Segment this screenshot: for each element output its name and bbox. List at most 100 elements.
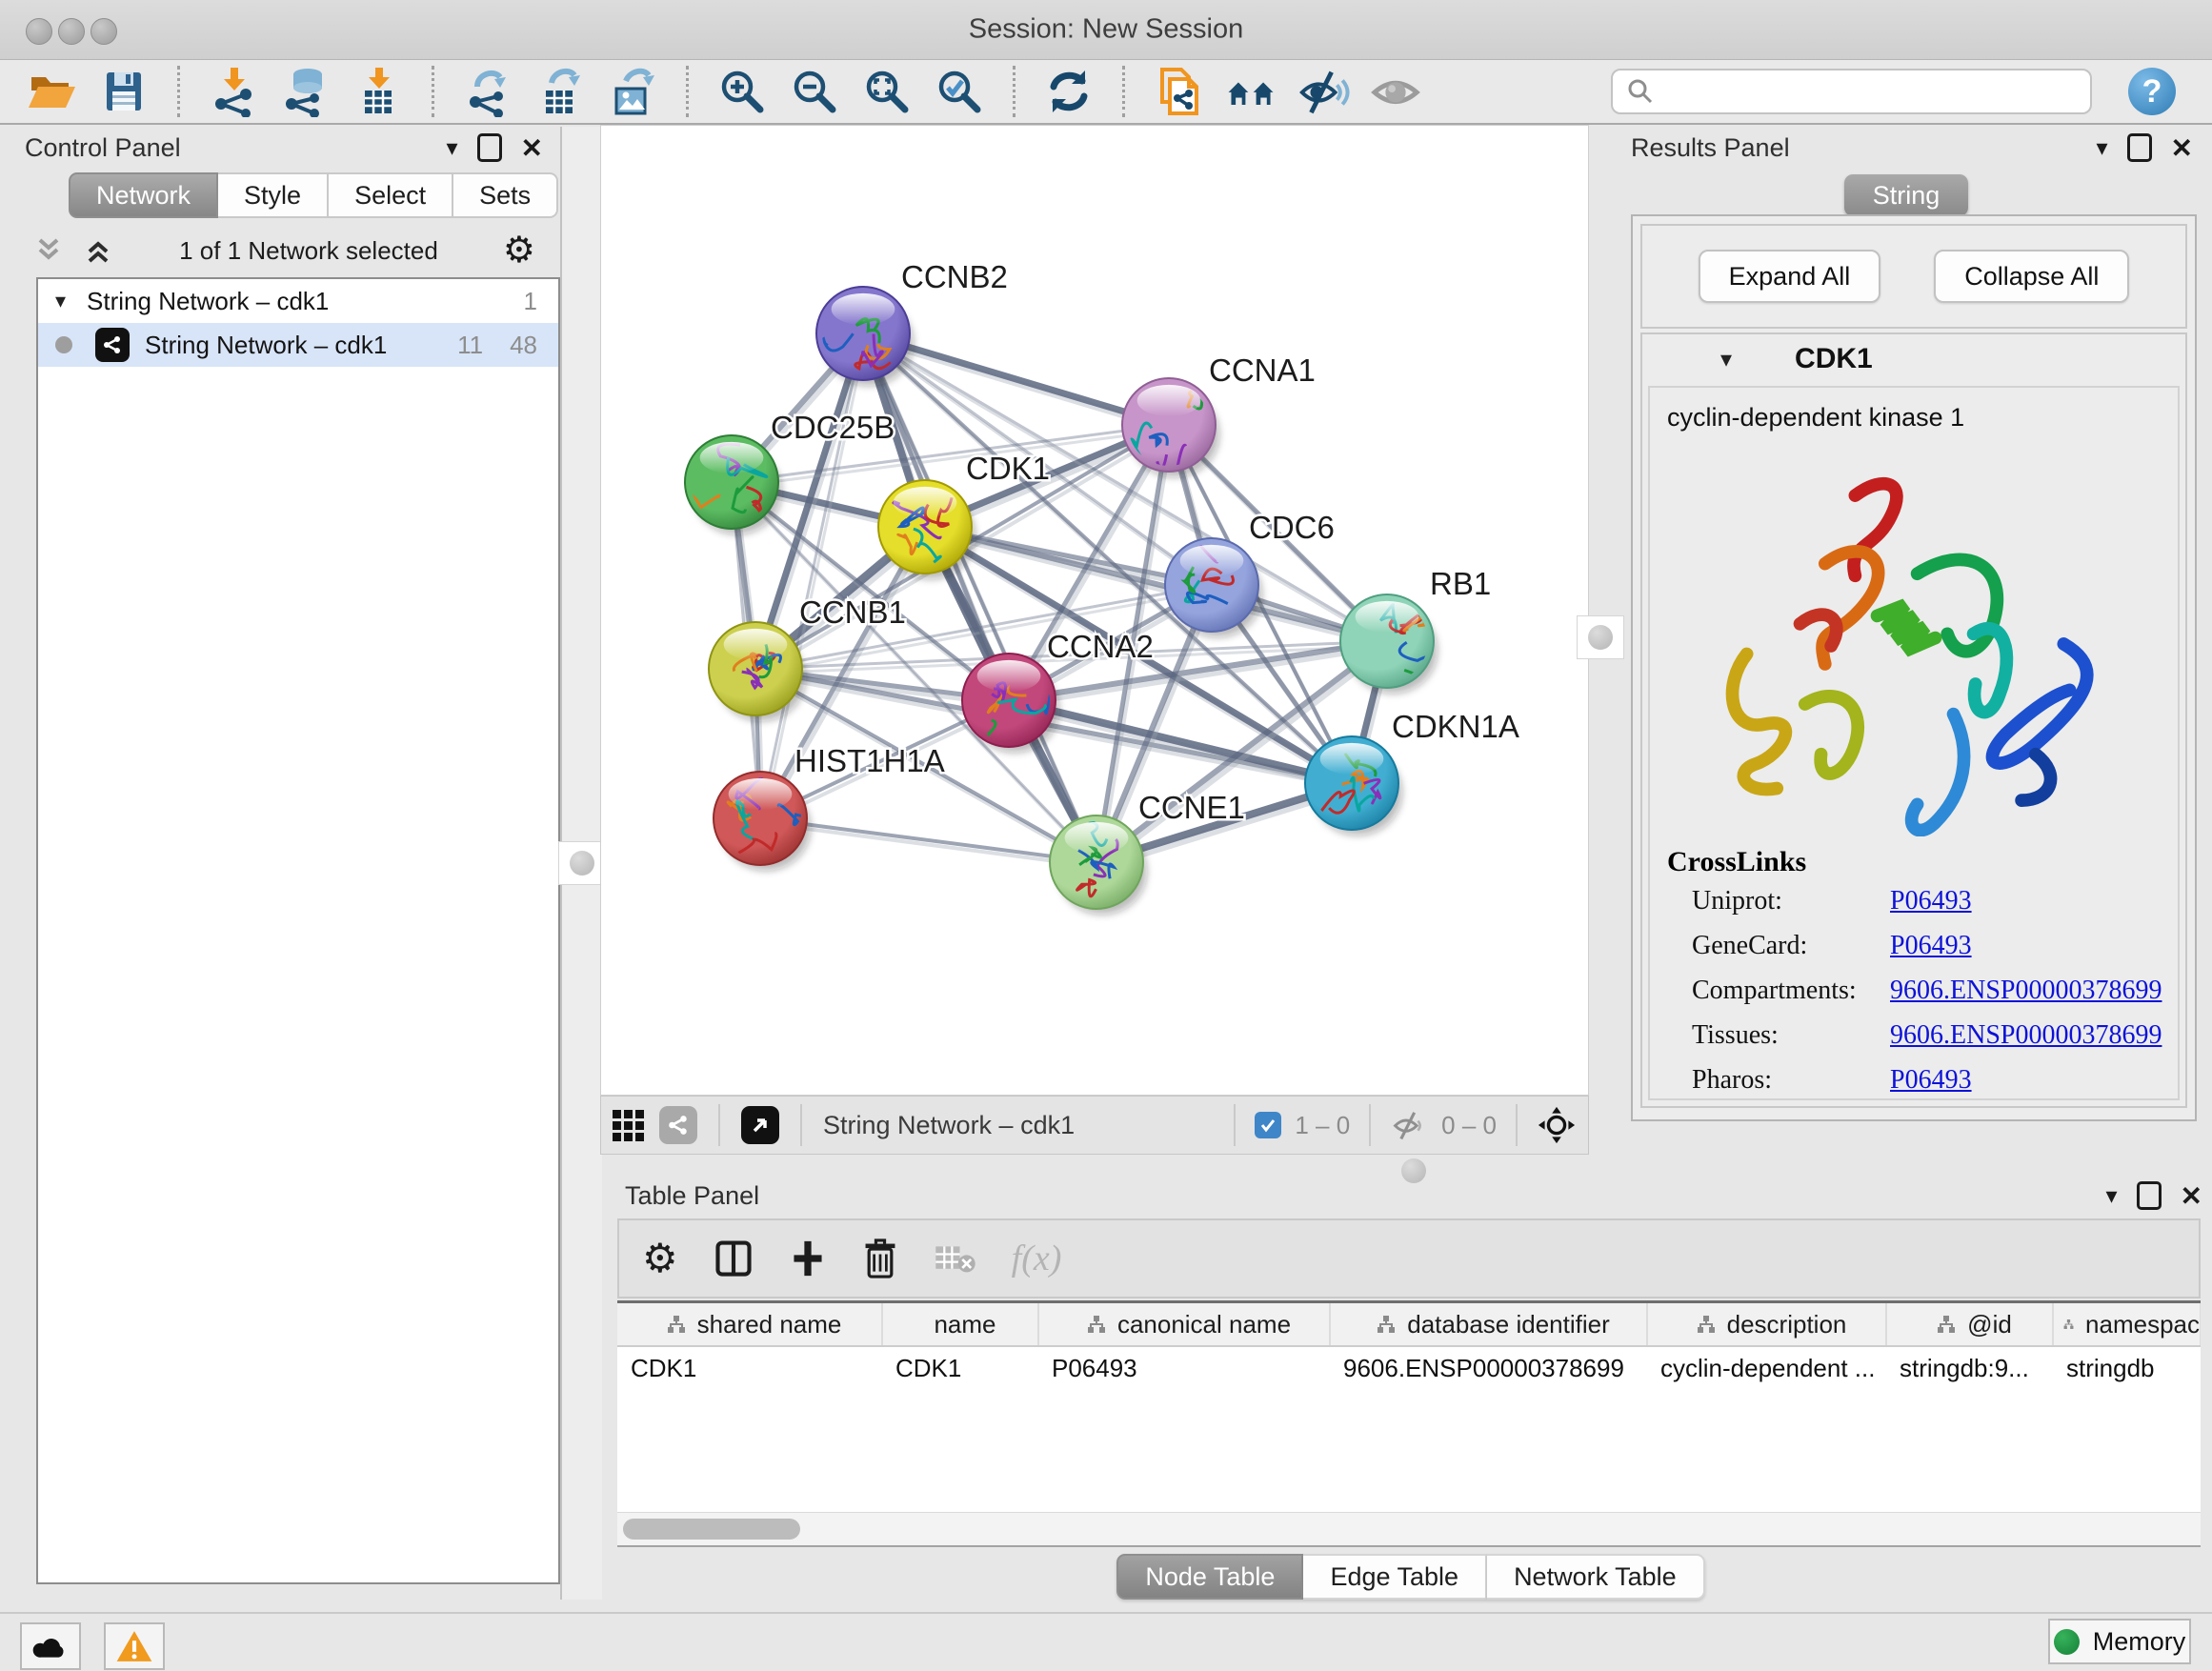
- network-edge[interactable]: [760, 818, 1096, 862]
- shared-column-icon: [1377, 1315, 1396, 1334]
- column-header-shared-name[interactable]: shared name: [617, 1303, 882, 1346]
- network-overview-icon[interactable]: [659, 1106, 697, 1144]
- network-node-CCNA1[interactable]: CCNA1: [1122, 352, 1316, 477]
- crosslink-link[interactable]: 9606.ENSP00000378699: [1890, 1013, 2162, 1057]
- tab-node-table[interactable]: Node Table: [1116, 1554, 1303, 1600]
- collapse-all-icon[interactable]: [32, 234, 65, 267]
- panel-maximize-icon[interactable]: [2137, 1181, 2162, 1210]
- crosslink-link[interactable]: P06493: [1890, 923, 2161, 968]
- export-image-icon[interactable]: [606, 64, 659, 119]
- open-session-icon[interactable]: [25, 64, 78, 119]
- table-cell[interactable]: CDK1: [882, 1346, 1038, 1389]
- tab-string[interactable]: String: [1844, 174, 1969, 216]
- collapse-caret-icon[interactable]: ▾: [55, 289, 66, 313]
- table-panel-title: Table Panel: [625, 1181, 759, 1211]
- column-header-database-identifier[interactable]: database identifier: [1330, 1303, 1647, 1346]
- network-canvas[interactable]: CCNB2CCNA1CDC25BCDK1CDC6RB1CCNB1CCNA2CDK…: [600, 125, 1589, 1096]
- zoom-fit-icon[interactable]: [860, 64, 914, 119]
- table-cell[interactable]: CDK1: [617, 1346, 882, 1389]
- panel-float-icon[interactable]: ▾: [2096, 134, 2107, 162]
- window-title: Session: New Session: [0, 14, 2212, 46]
- warnings-button[interactable]: [104, 1622, 165, 1670]
- export-network-icon[interactable]: [461, 64, 514, 119]
- tab-sets[interactable]: Sets: [453, 172, 558, 218]
- zoom-out-icon[interactable]: [788, 64, 841, 119]
- node-label: CDC25B: [771, 410, 895, 445]
- crosslink-link[interactable]: P06493: [1890, 1057, 2161, 1100]
- network-node-HIST1H1A[interactable]: HIST1H1A: [714, 743, 945, 871]
- splitter-handle[interactable]: [558, 841, 606, 885]
- panel-maximize-icon[interactable]: [477, 133, 502, 162]
- column-header-canonical-name[interactable]: canonical name: [1038, 1303, 1330, 1346]
- panel-close-icon[interactable]: ✕: [2181, 1180, 2202, 1212]
- memory-button[interactable]: Memory: [2048, 1619, 2191, 1664]
- string-import-icon[interactable]: [1152, 64, 1205, 119]
- panel-float-icon[interactable]: ▾: [2105, 1182, 2117, 1210]
- network-row[interactable]: String Network – cdk1 11 48: [38, 323, 558, 367]
- table-cell[interactable]: stringdb: [2053, 1346, 2201, 1389]
- network-collection-row[interactable]: ▾ String Network – cdk1 1: [38, 279, 558, 323]
- table-options-gear-icon[interactable]: ⚙: [642, 1238, 678, 1278]
- crosslink-row: Tissues:9606.ENSP00000378699: [1692, 1013, 2161, 1057]
- crosslink-link[interactable]: 9606.ENSP00000378699: [1890, 968, 2162, 1013]
- panel-close-icon[interactable]: ✕: [521, 132, 543, 164]
- table-cell[interactable]: stringdb:9...: [1886, 1346, 2053, 1389]
- show-all-icon[interactable]: [1369, 64, 1422, 119]
- column-header-description[interactable]: description: [1647, 1303, 1886, 1346]
- column-header-namespac[interactable]: namespac: [2053, 1303, 2201, 1346]
- table-toolbar: ⚙ f(x): [617, 1218, 2201, 1299]
- table-cell[interactable]: 9606.ENSP00000378699: [1330, 1346, 1647, 1389]
- scrollbar-thumb[interactable]: [623, 1519, 800, 1540]
- home-icon[interactable]: [1224, 64, 1277, 119]
- cloud-icon: [31, 1632, 70, 1661]
- tab-select[interactable]: Select: [329, 172, 453, 218]
- import-table-icon[interactable]: [352, 64, 405, 119]
- vertical-splitter[interactable]: [560, 127, 602, 1600]
- show-columns-icon[interactable]: [713, 1238, 754, 1279]
- toolbar-separator: [1234, 1104, 1236, 1146]
- delete-column-icon[interactable]: [861, 1237, 899, 1280]
- crosslink-link[interactable]: P06493: [1890, 878, 2161, 923]
- collapse-caret-icon[interactable]: ▾: [1720, 346, 1732, 373]
- panel-float-icon[interactable]: ▾: [446, 134, 457, 162]
- import-network-icon[interactable]: [207, 64, 260, 119]
- collapse-all-button[interactable]: Collapse All: [1934, 250, 2129, 303]
- save-session-icon[interactable]: [97, 64, 151, 119]
- help-icon[interactable]: ?: [2128, 68, 2176, 115]
- memory-label: Memory: [2093, 1627, 2186, 1657]
- birdseye-toggle-icon[interactable]: [1537, 1105, 1577, 1145]
- horizontal-scrollbar[interactable]: [617, 1512, 2201, 1547]
- tab-edge-table[interactable]: Edge Table: [1303, 1554, 1487, 1600]
- column-header-name[interactable]: name: [882, 1303, 1038, 1346]
- search-input[interactable]: [1655, 76, 2077, 108]
- zoom-selected-icon[interactable]: [933, 64, 986, 119]
- vertical-splitter[interactable]: [1590, 127, 1609, 1123]
- hide-unhide-icon[interactable]: [1297, 64, 1350, 119]
- tab-network[interactable]: Network: [69, 172, 218, 218]
- tab-style[interactable]: Style: [218, 172, 329, 218]
- cloud-status-button[interactable]: [20, 1622, 81, 1670]
- table-cell[interactable]: cyclin-dependent ...: [1647, 1346, 1886, 1389]
- selected-checkbox-icon[interactable]: [1255, 1112, 1281, 1138]
- panel-close-icon[interactable]: ✕: [2171, 132, 2193, 164]
- control-panel-tabs: NetworkStyleSelectSets: [69, 172, 558, 218]
- search-field[interactable]: [1611, 69, 2092, 114]
- table-row[interactable]: CDK1CDK1P064939606.ENSP00000378699cyclin…: [617, 1346, 2201, 1389]
- expand-all-icon[interactable]: [82, 234, 114, 267]
- add-column-icon[interactable]: [789, 1238, 827, 1279]
- tab-network-table[interactable]: Network Table: [1487, 1554, 1705, 1600]
- zoom-in-icon[interactable]: [715, 64, 769, 119]
- hidden-items-icon: [1390, 1109, 1428, 1141]
- grid-view-icon[interactable]: [613, 1110, 644, 1141]
- expand-all-button[interactable]: Expand All: [1699, 250, 1881, 303]
- network-options-gear-icon[interactable]: ⚙: [503, 232, 535, 269]
- import-database-icon[interactable]: [279, 64, 332, 119]
- refresh-icon[interactable]: [1042, 64, 1096, 119]
- table-cell[interactable]: P06493: [1038, 1346, 1330, 1389]
- export-table-icon[interactable]: [533, 64, 587, 119]
- network-node-CDKN1A[interactable]: CDKN1A: [1305, 709, 1519, 836]
- network-node-RB1[interactable]: RB1: [1340, 566, 1491, 694]
- panel-maximize-icon[interactable]: [2127, 133, 2152, 162]
- detach-view-icon[interactable]: [741, 1106, 779, 1144]
- column-header-@id[interactable]: @id: [1886, 1303, 2053, 1346]
